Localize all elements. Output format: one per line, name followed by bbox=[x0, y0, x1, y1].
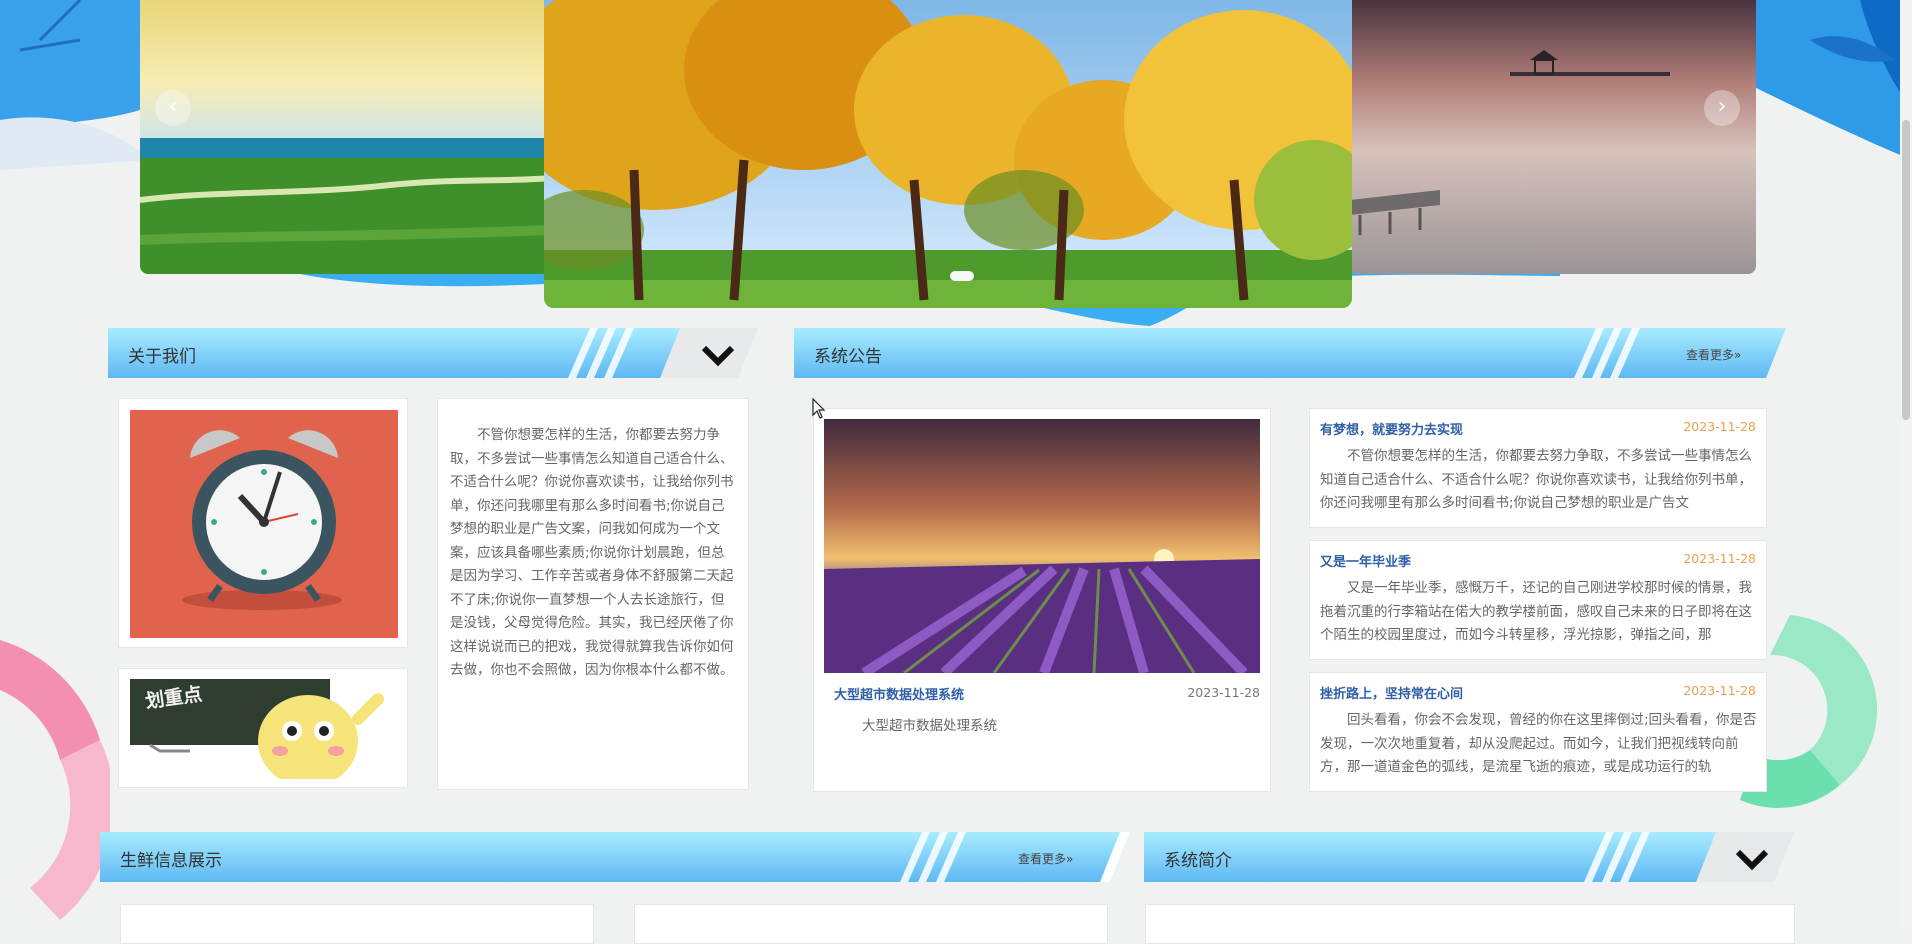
fresh-card[interactable] bbox=[634, 904, 1108, 944]
about-section-header: 关于我们 bbox=[108, 328, 758, 378]
carousel-slide-right[interactable] bbox=[1350, 0, 1756, 274]
mouse-cursor-icon bbox=[812, 398, 826, 419]
left-ring-decoration bbox=[0, 640, 110, 920]
alarm-clock-image bbox=[130, 410, 398, 638]
about-text-card: 不管你想要怎样的生活，你都要去努力争取，不多尝试一些事情怎么知道自己适合什么、不… bbox=[437, 398, 749, 790]
notice-section-header: 系统公告 查看更多» bbox=[794, 328, 1786, 378]
intro-section-header: 系统简介 bbox=[1144, 832, 1794, 882]
carousel-prev-button[interactable]: ‹ bbox=[155, 90, 191, 126]
featured-notice-body: 大型超市数据处理系统 bbox=[862, 718, 997, 734]
featured-notice-date: 2023-11-28 bbox=[1187, 685, 1260, 700]
about-image-card bbox=[118, 398, 408, 648]
fresh-card[interactable] bbox=[120, 904, 594, 944]
about-text: 不管你想要怎样的生活，你都要去努力争取，不多尝试一些事情怎么知道自己适合什么、不… bbox=[450, 427, 734, 678]
lavender-field-image bbox=[824, 419, 1260, 673]
notice-featured-card[interactable]: 大型超市数据处理系统 2023-11-28 大型超市数据处理系统 bbox=[813, 408, 1271, 792]
intro-title: 系统简介 bbox=[1164, 851, 1232, 871]
notice-item-body: 又是一年毕业季，感慨万千，还记的自己刚进学校那时候的情景，我拖着沉重的行李箱站在… bbox=[1320, 580, 1752, 643]
notice-item[interactable]: 有梦想，就要努力去实现 2023-11-28 不管你想要怎样的生活，你都要去努力… bbox=[1309, 408, 1767, 528]
notice-item-body: 不管你想要怎样的生活，你都要去努力争取，不多尝试一些事情怎么知道自己适合什么、不… bbox=[1320, 448, 1752, 511]
intro-card bbox=[1145, 904, 1795, 944]
carousel-next-button[interactable]: › bbox=[1704, 90, 1740, 126]
notice-title: 系统公告 bbox=[814, 347, 882, 367]
fresh-more-link[interactable]: 查看更多» bbox=[1018, 850, 1073, 867]
notice-item-title[interactable]: 又是一年毕业季 bbox=[1320, 551, 1411, 570]
carousel-slide-left[interactable] bbox=[140, 0, 550, 274]
notice-item-date: 2023-11-28 bbox=[1683, 551, 1756, 566]
carousel-dot-active[interactable] bbox=[950, 271, 974, 281]
notice-more-link[interactable]: 查看更多» bbox=[1686, 346, 1741, 363]
scrollbar-thumb[interactable] bbox=[1902, 120, 1910, 420]
notice-item-date: 2023-11-28 bbox=[1683, 683, 1756, 698]
notice-item[interactable]: 又是一年毕业季 2023-11-28 又是一年毕业季，感慨万千，还记的自己刚进学… bbox=[1309, 540, 1767, 660]
notice-item-title[interactable]: 有梦想，就要努力去实现 bbox=[1320, 419, 1463, 438]
featured-notice-title[interactable]: 大型超市数据处理系统 bbox=[834, 684, 964, 703]
carousel-indicators bbox=[950, 266, 980, 285]
about-cartoon-card: 划重点 bbox=[118, 668, 408, 788]
about-title: 关于我们 bbox=[128, 347, 196, 367]
fresh-title: 生鲜信息展示 bbox=[120, 851, 222, 871]
fresh-section-header: 生鲜信息展示 查看更多» bbox=[100, 832, 1130, 882]
chevron-down-icon[interactable] bbox=[698, 340, 738, 370]
carousel-slide-active[interactable] bbox=[544, 0, 1352, 308]
chevron-down-icon[interactable] bbox=[1732, 844, 1772, 874]
notice-item-body: 回头看看，你会不会发现，曾经的你在这里摔倒过;回头看看，你是否发现，一次次地重复… bbox=[1320, 712, 1757, 775]
notice-item[interactable]: 挫折路上，坚持常在心间 2023-11-28 回头看看，你会不会发现，曾经的你在… bbox=[1309, 672, 1767, 792]
notice-item-date: 2023-11-28 bbox=[1683, 419, 1756, 434]
page-scrollbar[interactable] bbox=[1900, 0, 1912, 928]
notice-item-title[interactable]: 挫折路上，坚持常在心间 bbox=[1320, 683, 1463, 702]
